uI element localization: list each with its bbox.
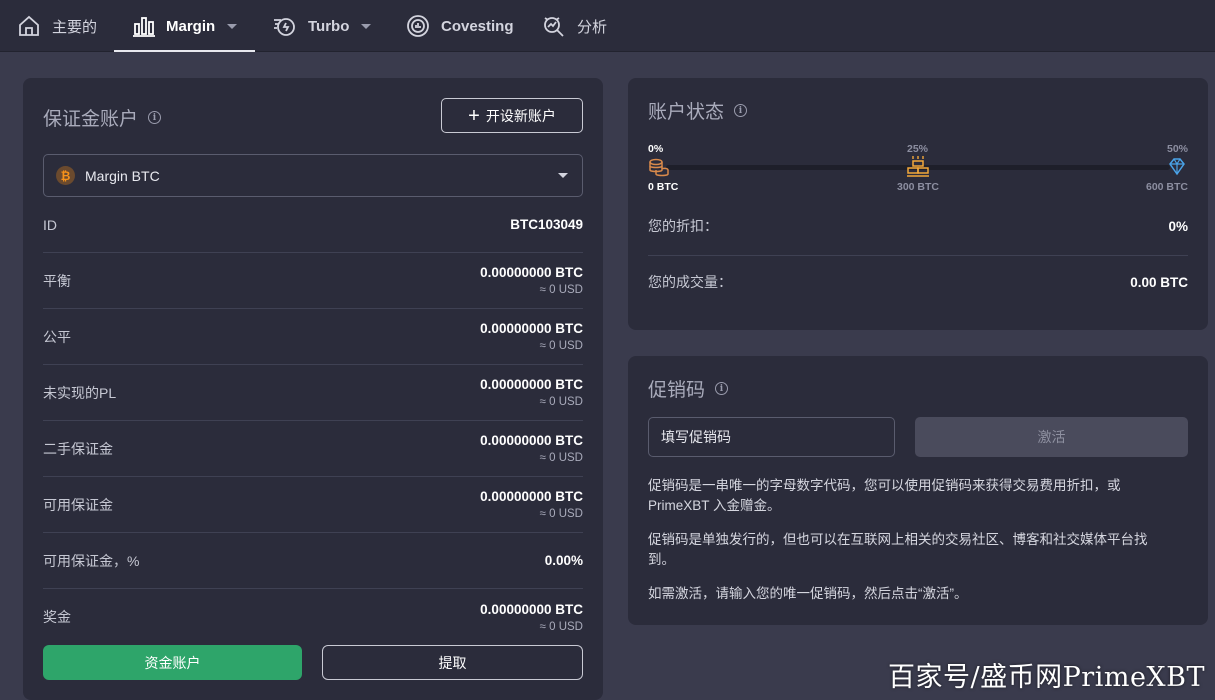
account-row-id: ID BTC103049 (43, 197, 583, 253)
tier-amount: 300 BTC (897, 181, 940, 193)
nav-item-home[interactable]: 主要的 (16, 0, 97, 52)
card-title-text: 保证金账户 (43, 109, 139, 130)
promo-description-2: 促销码是单独发行的，但也可以在互联网上相关的交易社区、博客和社交媒体平台找到。 (648, 532, 1148, 567)
info-icon[interactable]: i (148, 111, 162, 124)
row-label: 奖金 (43, 609, 71, 625)
gold-stack-icon (907, 156, 929, 177)
tier-amount: 600 BTC (1146, 181, 1189, 193)
row-label: 二手保证金 (43, 440, 113, 457)
diamond-icon (1169, 158, 1185, 176)
row-value: 0.00% (544, 553, 583, 568)
volume-row: 您的成交量： 0.00 BTC (648, 254, 1188, 310)
row-value: 0.00000000 BTC (480, 321, 583, 336)
row-value: 0.00000000 BTC (480, 601, 583, 617)
coins-icon (649, 158, 669, 177)
account-row-equity: 公平 0.00000000 BTC ≈ 0 USD (43, 309, 583, 365)
discount-value: 0% (1168, 218, 1188, 234)
account-status-title: 账户状态 i (648, 97, 748, 124)
bitcoin-icon: ₿ (56, 166, 75, 185)
nav-label: Covesting (441, 17, 514, 35)
chevron-down-icon (227, 23, 238, 29)
volume-value: 0.00 BTC (1130, 274, 1188, 290)
account-row-unrealized-pl: 未实现的PL 0.00000000 BTC ≈ 0 USD (43, 365, 583, 421)
margin-account-title: 保证金账户 i (43, 104, 162, 131)
row-value: 0.00000000 BTC (480, 377, 583, 392)
plus-icon: + (468, 104, 480, 127)
nav-label: 主要的 (52, 18, 98, 36)
info-icon[interactable]: i (715, 382, 729, 395)
row-label: 平衡 (43, 272, 71, 289)
row-label: 可用保证金，% (43, 552, 140, 569)
chevron-down-icon (558, 173, 568, 178)
account-row-bonus: 奖金 0.00000000 BTC ≈ 0 USD (43, 589, 583, 645)
chevron-down-icon (361, 23, 372, 29)
tier-percent: 50% (1167, 143, 1189, 155)
account-row-free-margin: 可用保证金 0.00000000 BTC ≈ 0 USD (43, 477, 583, 533)
withdraw-button[interactable]: 提取 (322, 645, 583, 680)
row-subvalue: ≈ 0 USD (539, 452, 583, 464)
open-new-account-label: 开设新账户 (485, 107, 556, 124)
row-value: 0.00000000 BTC (480, 433, 583, 448)
nav-item-analysis[interactable]: 分析 (541, 0, 607, 52)
nav-item-margin[interactable]: Margin (114, 0, 255, 52)
covesting-icon (405, 13, 431, 39)
row-label: 可用保证金 (43, 496, 113, 513)
promo-code-title: 促销码 i (648, 375, 729, 402)
account-row-balance: 平衡 0.00000000 BTC ≈ 0 USD (43, 253, 583, 309)
account-row-used-margin: 二手保证金 0.00000000 BTC ≈ 0 USD (43, 421, 583, 477)
analysis-icon (541, 13, 567, 39)
row-label: 公平 (43, 328, 71, 345)
info-icon[interactable]: i (734, 104, 748, 117)
fund-account-button[interactable]: 资金账户 (43, 645, 302, 680)
account-select[interactable]: ₿ Margin BTC (43, 154, 583, 197)
promo-code-card: 促销码 i 激活 促销码是一串唯一的字母数字代码，您可以使用促销码来获得交易费用… (628, 356, 1208, 625)
nav-item-covesting[interactable]: Covesting (405, 0, 514, 52)
row-subvalue: ≈ 0 USD (539, 340, 583, 352)
card-title-text: 账户状态 (648, 102, 725, 123)
account-row-free-margin-percent: 可用保证金，% 0.00% (43, 533, 583, 589)
bar-chart-icon (132, 13, 156, 39)
tier-amount: 0 BTC (648, 181, 679, 193)
home-icon (16, 13, 42, 39)
margin-account-card: 保证金账户 i + 开设新账户 ₿ Margin BTC ID BTC10304… (23, 78, 603, 700)
turbo-icon (272, 13, 298, 39)
row-subvalue: ≈ 0 USD (539, 620, 583, 633)
account-details-list: ID BTC103049 平衡 0.00000000 BTC ≈ 0 USD 公平… (43, 197, 583, 645)
row-value: 0.00000000 BTC (480, 265, 583, 280)
nav-label: Margin (166, 17, 216, 35)
account-status-card: 账户状态 i 0% 0 BTC 25% 300 BTC 50% 600 BTC (628, 78, 1208, 330)
open-new-account-button[interactable]: + 开设新账户 (441, 98, 583, 133)
row-subvalue: ≈ 0 USD (539, 396, 583, 408)
nav-label: Turbo (308, 17, 350, 35)
card-title-text: 促销码 (648, 380, 706, 401)
top-navigation: 主要的 Margin Turbo Covesting 分析 (0, 0, 1215, 52)
tier-percent: 25% (907, 143, 929, 155)
row-subvalue: ≈ 0 USD (539, 508, 583, 520)
row-label: 未实现的PL (43, 384, 117, 401)
promo-description-1: 促销码是一串唯一的字母数字代码，您可以使用促销码来获得交易费用折扣，或 Prim… (648, 478, 1121, 513)
discount-row: 您的折扣： 0% (648, 198, 1188, 254)
volume-label: 您的成交量： (648, 274, 732, 290)
tier-progress: 0% 0 BTC 25% 300 BTC 50% 600 BTC (648, 143, 1189, 204)
promo-description-3: 如需激活，请输入您的唯一促销码，然后点击“激活”。 (648, 586, 968, 601)
activate-button[interactable]: 激活 (915, 417, 1188, 457)
row-value: BTC103049 (510, 217, 583, 232)
watermark-text: 百家号/盛币网PrimeXBT (888, 662, 1205, 693)
nav-label: 分析 (577, 18, 608, 36)
promo-code-input[interactable] (648, 417, 895, 457)
account-select-value: Margin BTC (85, 167, 160, 184)
tier-percent: 0% (648, 143, 664, 155)
nav-item-turbo[interactable]: Turbo (272, 0, 372, 52)
row-label: ID (43, 216, 57, 233)
row-value: 0.00000000 BTC (480, 489, 583, 504)
discount-label: 您的折扣： (648, 218, 718, 234)
row-subvalue: ≈ 0 USD (539, 284, 583, 296)
